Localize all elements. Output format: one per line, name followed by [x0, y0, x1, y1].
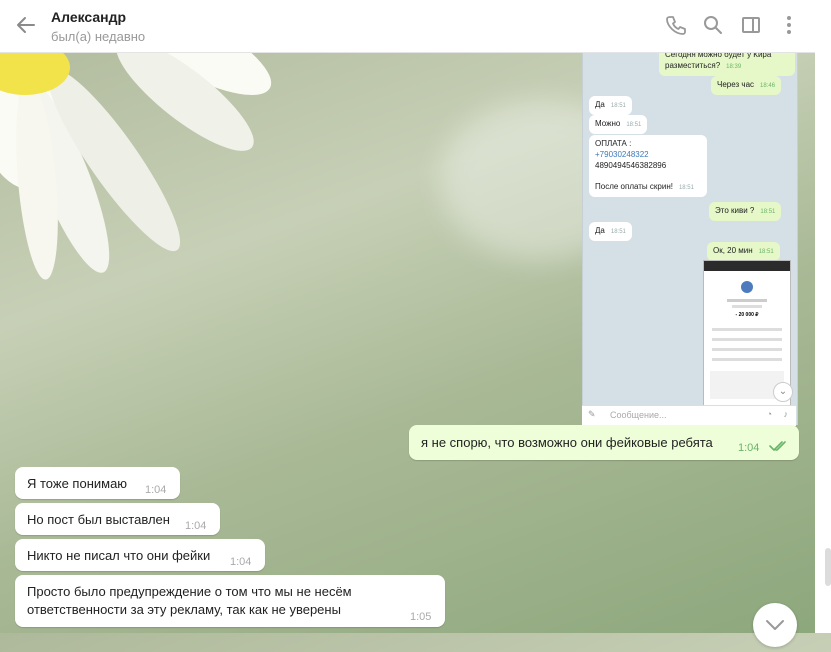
embedded-amount: - 20 000 ₽ — [735, 312, 759, 318]
message-time: 1:04 — [145, 484, 167, 496]
embedded-scroll-down-icon: ⌄ — [773, 382, 793, 402]
scrollbar[interactable] — [815, 0, 831, 633]
more-menu-icon[interactable] — [778, 14, 800, 36]
avatar — [741, 281, 753, 293]
outgoing-message[interactable]: я не спорю, что возможно они фейковые ре… — [409, 425, 799, 460]
embedded-input-placeholder: Сообщение... — [610, 410, 667, 420]
embed-msg-payment: ОПЛАТА : +79030248322 4890494546382896 П… — [589, 135, 707, 197]
scroll-to-bottom-button[interactable] — [753, 603, 797, 647]
double-check-icon — [769, 439, 789, 457]
message-text: Но пост был выставлен — [27, 512, 170, 527]
message-text-line: Просто было предупреждение о том что мы … — [27, 584, 352, 599]
message-time: 1:05 — [410, 611, 432, 623]
message-time: 1:04 — [185, 520, 207, 532]
message-text-line: ответственности за эту рекламу, так как … — [27, 602, 341, 617]
scroll-thumb[interactable] — [825, 548, 831, 586]
timer-icon: ◔ — [766, 409, 772, 419]
attach-icon: ✎ — [588, 409, 596, 419]
phone-call-icon[interactable] — [665, 14, 687, 36]
incoming-message[interactable]: Но пост был выставлен 1:04 — [15, 503, 220, 535]
embed-msg-6: Это киви ? 18:51 — [709, 202, 782, 221]
microphone-icon: ♪ — [783, 409, 789, 419]
chat-header: Александр был(а) недавно — [0, 0, 815, 53]
embed-msg-7: Да 18:51 — [589, 222, 632, 241]
contact-status: был(а) недавно — [51, 29, 146, 44]
embed-msg-4: Можно 18:51 — [589, 115, 648, 134]
message-text: Я тоже понимаю — [27, 476, 128, 491]
message-text: я не спорю, что возможно они фейковые ре… — [421, 435, 713, 450]
incoming-message[interactable]: Просто было предупреждение о том что мы … — [15, 575, 445, 627]
incoming-message[interactable]: Я тоже понимаю 1:04 — [15, 467, 180, 499]
embedded-input-bar: ✎ Сообщение... ◔ ♪ — [582, 405, 796, 426]
search-icon[interactable] — [702, 14, 724, 36]
embed-msg-3: Да 18:51 — [589, 96, 632, 115]
message-text: Никто не писал что они фейки — [27, 548, 211, 563]
message-time: 1:04 — [230, 556, 252, 568]
sidebar-toggle-icon[interactable] — [740, 14, 762, 36]
message-time: 1:04 — [738, 442, 760, 454]
chevron-down-icon — [766, 620, 784, 630]
embed-msg-1: Сегодня можно будет у Кира разместиться?… — [659, 52, 795, 76]
embed-msg-2: Через час 18:46 — [711, 76, 782, 95]
back-arrow-icon[interactable] — [14, 13, 38, 37]
contact-name[interactable]: Александр — [51, 9, 126, 25]
embed-msg-8: Ок, 20 мин 18:51 — [707, 242, 780, 261]
incoming-message[interactable]: Никто не писал что они фейки 1:04 — [15, 539, 265, 571]
